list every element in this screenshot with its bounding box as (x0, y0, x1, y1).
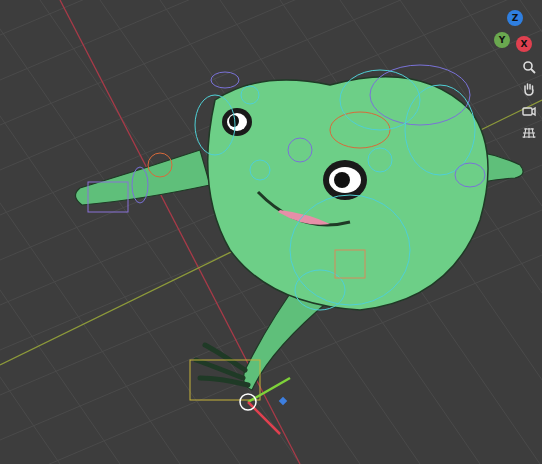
zoom-icon[interactable] (522, 60, 536, 74)
armature-rig[interactable] (88, 65, 485, 400)
axis-ball[interactable]: X (516, 36, 532, 52)
hand-icon[interactable] (522, 82, 536, 96)
floor-grid (0, 0, 542, 464)
transform-gizmo[interactable] (240, 378, 290, 434)
grid-icon[interactable] (522, 126, 536, 140)
camera-icon[interactable] (522, 104, 536, 118)
right-eye[interactable] (323, 160, 367, 200)
axis-ball[interactable]: Y (494, 32, 510, 48)
axis-ball[interactable]: Z (507, 10, 523, 26)
left-eye[interactable] (222, 108, 252, 136)
3d-viewport[interactable]: ZYX (0, 0, 542, 464)
left-arm[interactable] (75, 150, 210, 205)
frog-model[interactable] (75, 77, 523, 390)
navigation-gizmo[interactable]: ZYX (488, 0, 542, 56)
view-tools (522, 60, 536, 140)
tongue (278, 210, 330, 225)
scene-canvas[interactable] (0, 0, 542, 464)
mouth (258, 192, 350, 225)
foot[interactable] (196, 345, 248, 385)
frog-body[interactable] (208, 77, 488, 310)
